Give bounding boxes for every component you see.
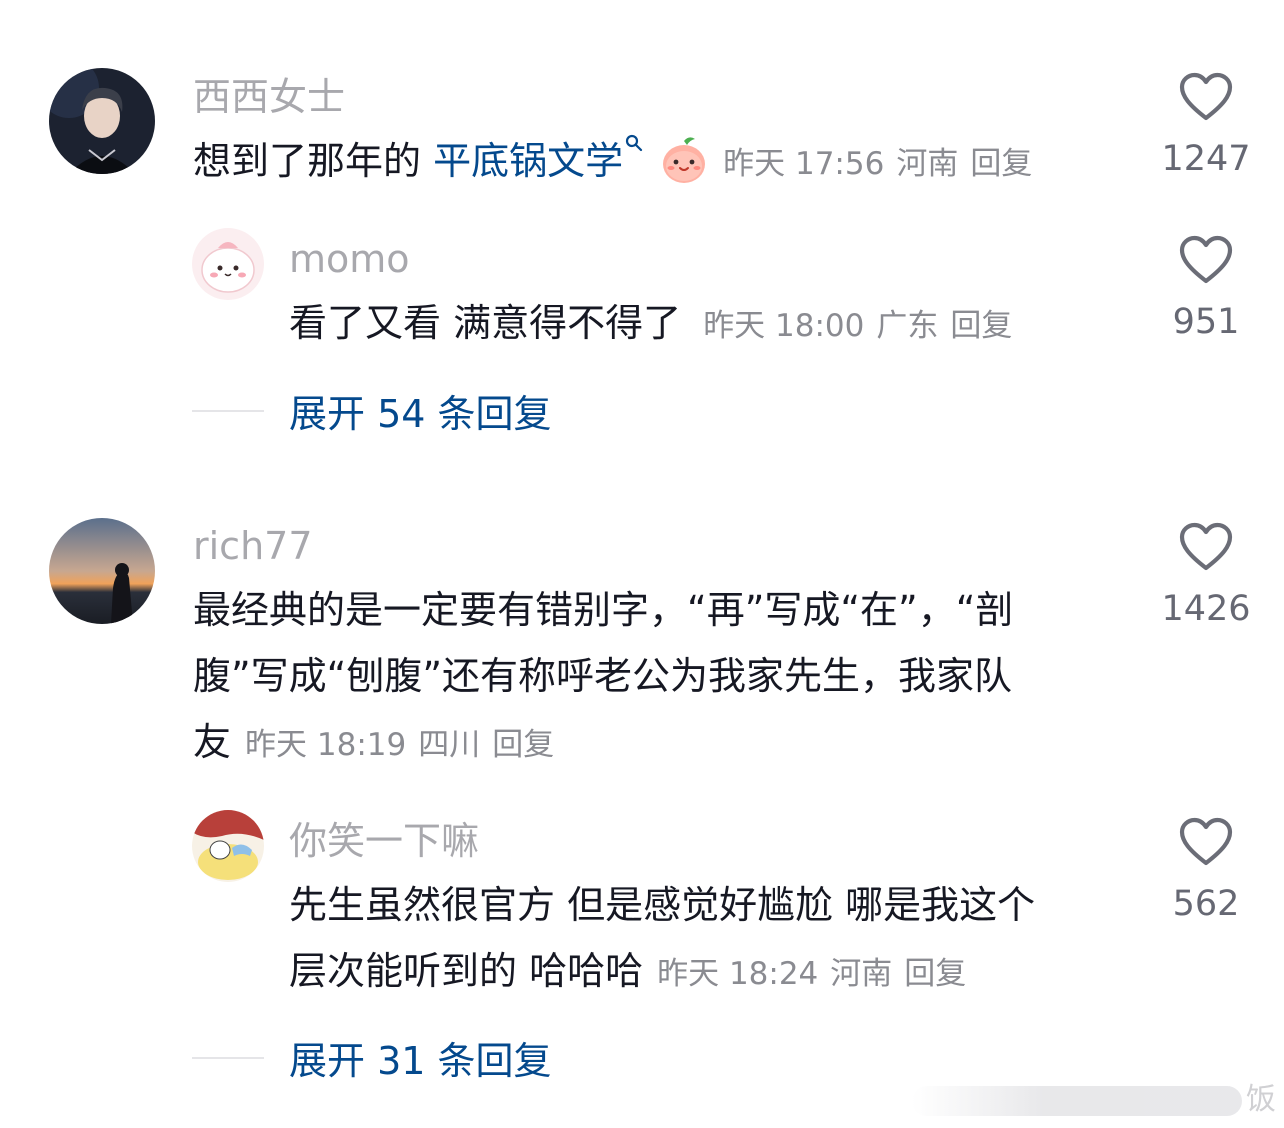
expand-replies-label[interactable]: 展开 31 条回复 [289,1030,552,1085]
reply-button[interactable]: 回复 [950,308,1012,344]
expand-replies-label[interactable]: 展开 54 条回复 [289,383,552,438]
comment-time: 昨天 17:56 [723,146,885,182]
heart-icon[interactable] [1179,235,1233,285]
like-area: 1426 [1146,522,1266,627]
peach-face-emoji-icon [663,136,706,183]
heart-icon[interactable] [1179,72,1233,122]
reply-text-line: 先生虽然很官方 但是感觉好尴尬 哪是我这个 [289,883,1036,927]
divider [192,1056,264,1059]
like-area: 1247 [1146,72,1266,177]
comment-content: 想到了那年的 平底锅文学 昨天 17:56 河南 回复 [193,128,1032,197]
expand-replies[interactable]: 展开 54 条回复 [192,383,552,438]
hashtag-link[interactable]: 平底锅文学 [433,134,643,183]
like-count: 951 [1172,302,1240,342]
reply-text-line: 层次能听到的 哈哈哈 [289,949,644,993]
reply-location: 广东 [876,308,939,344]
watermark-text: 饭 [1246,1082,1276,1117]
like-area: 562 [1146,817,1266,922]
reply-time: 昨天 18:24 [657,956,819,992]
like-count: 1426 [1161,589,1251,629]
reply-button[interactable]: 回复 [904,956,966,992]
divider [192,409,264,412]
reply-content: 先生虽然很官方 但是感觉好尴尬 哪是我这个 层次能听到的 哈哈哈 昨天 18:24… [289,872,1035,1007]
avatar[interactable] [192,810,264,882]
comment-username[interactable]: rich77 [193,527,313,565]
comment-time: 昨天 18:19 [245,727,407,763]
comment-text-line: 友 [193,720,232,764]
comment-text-line: 腹”写成“刨腹”还有称呼老公为我家先生，我家队 [193,654,1013,698]
like-count: 1247 [1161,139,1251,179]
reply-content: 看了又看 满意得不得了 昨天 18:00 广东 回复 [289,290,1012,359]
watermark: 饭 [912,1074,1276,1118]
avatar[interactable] [49,518,155,624]
comment-location: 四川 [418,727,481,763]
avatar[interactable] [192,228,264,300]
reply-username[interactable]: 你笑一下嘛 [289,822,479,860]
expand-replies[interactable]: 展开 31 条回复 [192,1030,552,1085]
heart-icon[interactable] [1179,522,1233,572]
comment-content: 最经典的是一定要有错别字，“再”写成“在”，“剖 腹”写成“刨腹”还有称呼老公为… [193,577,1013,778]
reply-location: 河南 [830,956,893,992]
search-icon [626,134,643,152]
reply-time: 昨天 18:00 [703,308,865,344]
comment-location: 河南 [896,146,959,182]
reply-username[interactable]: momo [289,240,410,278]
reply-button[interactable]: 回复 [492,727,554,763]
avatar[interactable] [49,68,155,174]
reply-text: 看了又看 满意得不得了 [289,301,682,345]
comment-text: 想到了那年的 [193,139,422,183]
comment-text-line: 最经典的是一定要有错别字，“再”写成“在”，“剖 [193,588,1014,632]
comment-username[interactable]: 西西女士 [193,78,345,116]
like-count: 562 [1172,884,1240,924]
like-area: 951 [1146,235,1266,340]
heart-icon[interactable] [1179,817,1233,867]
reply-button[interactable]: 回复 [970,146,1032,182]
